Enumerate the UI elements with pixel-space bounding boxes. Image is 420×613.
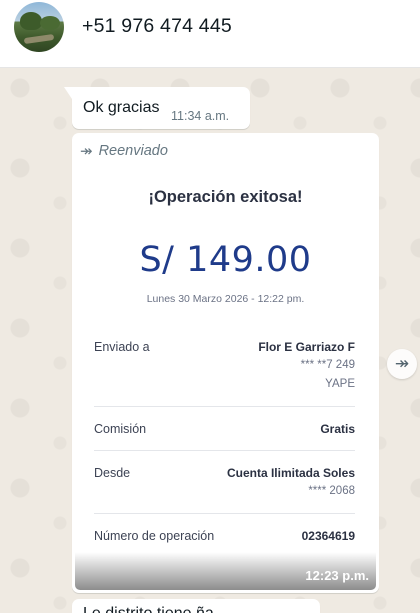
receipt-amount: S/ 149.00: [139, 240, 312, 280]
avatar-tree-2: [40, 16, 60, 30]
message-time: 11:34 a.m.: [171, 109, 230, 123]
row-divider: [94, 406, 355, 407]
forward-arrow-icon: ↠: [80, 143, 93, 160]
row-sub: **** 2068: [308, 485, 355, 497]
contact-name[interactable]: +51 976 474 445: [82, 15, 232, 38]
receipt-image[interactable]: ¡Operación exitosa! S/ 149.00 Lunes 30 M…: [75, 165, 376, 590]
row-value: Gratis: [320, 422, 355, 436]
forwarded-text: Reenviado: [98, 143, 168, 159]
receipt-row-source: Desde Cuenta Ilimitada Soles **** 2068: [94, 466, 355, 506]
row-value: Cuenta Ilimitada Soles: [226, 466, 355, 480]
row-divider: [94, 513, 355, 514]
row-value: 02364619: [301, 529, 355, 543]
row-sub: *** **7 249: [300, 359, 355, 371]
message-bubble-ok[interactable]: Ok gracias 11:34 a.m.: [64, 87, 250, 129]
row-label: Enviado a: [94, 340, 150, 354]
row-sub: YAPE: [325, 378, 355, 390]
receipt-title: ¡Operación exitosa!: [148, 188, 303, 206]
message-text: Le distrito tiene ña: [83, 605, 214, 613]
forwarded-label: ↠ Reenviado: [80, 142, 168, 160]
receipt-row-recipient: Enviado a Flor E Garriazo F *** **7 249 …: [94, 340, 355, 400]
message-bubble-next[interactable]: Le distrito tiene ña: [72, 599, 320, 613]
receipt-row-fee: Comisión Gratis: [94, 422, 355, 440]
avatar-tree: [20, 12, 42, 30]
bubble-tail: [64, 87, 72, 99]
message-time: 12:23 p.m.: [305, 568, 369, 583]
avatar-path: [23, 33, 55, 45]
receipt-row-operation: Número de operación 02364619: [94, 529, 355, 547]
row-value: Flor E Garriazo F: [258, 340, 355, 354]
forward-share-icon[interactable]: ↠: [387, 349, 417, 379]
message-text: Ok gracias: [83, 99, 160, 116]
row-label: Comisión: [94, 422, 147, 436]
row-divider: [94, 450, 355, 451]
chat-header[interactable]: +51 976 474 445: [0, 0, 420, 68]
receipt-date: Lunes 30 Marzo 2026 - 12:22 pm.: [146, 293, 305, 305]
message-bubble-forwarded[interactable]: ↠ Reenviado ¡Operación exitosa! S/ 149.0…: [72, 133, 379, 593]
row-label: Desde: [94, 466, 131, 480]
row-label: Número de operación: [94, 529, 215, 543]
contact-avatar[interactable]: [14, 2, 64, 52]
